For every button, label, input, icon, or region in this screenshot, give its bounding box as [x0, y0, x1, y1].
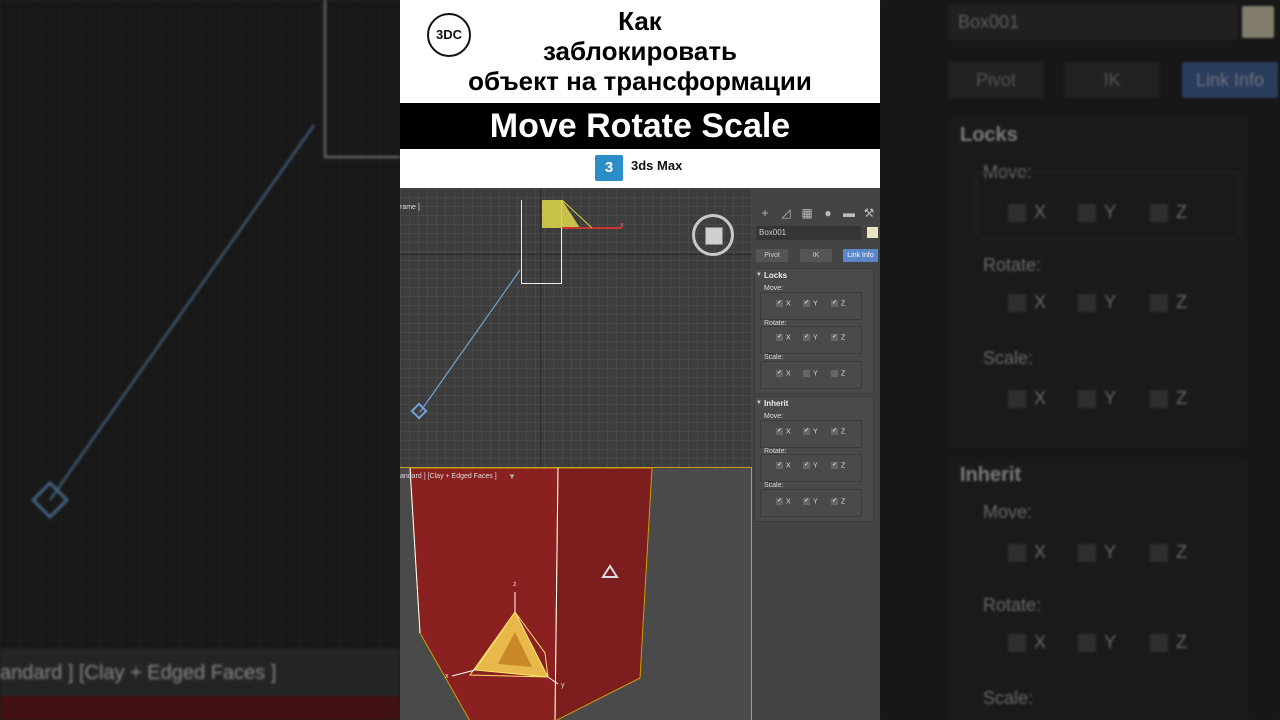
hierarchy-icon[interactable]: ▦: [800, 206, 814, 220]
locks-title[interactable]: Locks: [764, 271, 787, 280]
bg-rotate-label: Rotate:: [983, 255, 1042, 275]
locks-move-y-checkbox[interactable]: ✓ Y: [803, 300, 818, 307]
locks-collapse-icon[interactable]: ▼: [756, 272, 762, 278]
bg-inherit-move-label: Move:: [983, 502, 1033, 522]
link-info-button[interactable]: Link Info: [843, 249, 878, 262]
object-color-swatch[interactable]: [867, 227, 878, 238]
axis-x-label: x: [620, 222, 624, 229]
locks-scale-x-checkbox[interactable]: ✓ X: [776, 370, 791, 377]
bg-inherit-scale-label: Scale:: [983, 688, 1034, 708]
bg-move-z: Z: [1150, 202, 1187, 223]
bg-scale-label: Scale:: [983, 348, 1034, 368]
bg-scale-x: X: [1008, 388, 1046, 409]
bg-rotate-z: Z: [1150, 292, 1187, 313]
viewport-top[interactable]: rame ] x: [400, 188, 752, 468]
locks-move-x-checkbox[interactable]: ✓ X: [776, 300, 791, 307]
command-panel: + ◿ ▦ ● ▬ ⚒ Box001 Pivot IK Link Info ▼ …: [752, 188, 880, 720]
pivot-button[interactable]: Pivot: [756, 249, 788, 262]
background-link-line: [30, 124, 315, 520]
inherit-scale-label: Scale:: [764, 482, 784, 489]
modify-icon[interactable]: ◿: [779, 206, 793, 220]
video-frame: 3DC Как заблокировать объект на трансфор…: [400, 0, 880, 720]
command-panel-tabs: + ◿ ▦ ● ▬ ⚒: [752, 200, 880, 229]
title-line-2: заблокировать: [542, 36, 738, 66]
bg-pivot-button: Pivot: [948, 62, 1044, 98]
locks-rotate-x-checkbox[interactable]: ✓ X: [776, 334, 791, 341]
inherit-scale-z-checkbox[interactable]: ✓ Z: [831, 498, 845, 505]
bg-rotate-y: Y: [1078, 292, 1116, 313]
ik-button[interactable]: IK: [800, 249, 832, 262]
background-command-panel: Box001 Pivot IK Link Info Locks Move: X …: [880, 0, 1280, 720]
motion-icon[interactable]: ●: [821, 206, 835, 220]
bg-color-swatch: [1242, 6, 1274, 38]
locks-move-z-checkbox[interactable]: ✓ Z: [831, 300, 845, 307]
bg-scale-z: Z: [1150, 388, 1187, 409]
bg-inherit-rotate-y: Y: [1078, 632, 1116, 653]
bg-inherit-move-z: Z: [1150, 542, 1187, 563]
inherit-title[interactable]: Inherit: [764, 399, 788, 408]
bg-name-field: Box001: [948, 4, 1238, 40]
inherit-scale-y-checkbox[interactable]: ✓ Y: [803, 498, 818, 505]
utilities-icon[interactable]: ⚒: [862, 206, 876, 220]
viewport-perspective[interactable]: andard ] [Clay + Edged Faces ] ▼ z x y: [400, 467, 752, 720]
gizmo-x-label: x: [445, 673, 449, 680]
funnel-icon[interactable]: ▼: [508, 472, 516, 481]
bg-inherit-move-x: X: [1008, 542, 1046, 563]
bg-locks-title: Locks: [960, 124, 1018, 146]
bg-inherit-rollout: [948, 458, 1248, 720]
bg-inherit-rotate-z: Z: [1150, 632, 1187, 653]
title-line-3: объект на трансформации: [468, 66, 812, 96]
inherit-move-label: Move:: [764, 413, 784, 420]
app-name: 3ds Max: [631, 158, 683, 173]
inherit-move-x-checkbox[interactable]: ✓ X: [776, 428, 791, 435]
create-icon[interactable]: +: [758, 206, 772, 220]
bg-move-y: Y: [1078, 202, 1116, 223]
bg-inherit-rotate-x: X: [1008, 632, 1046, 653]
gizmo-z-label: z: [513, 581, 517, 588]
object-name-field[interactable]: Box001: [756, 226, 861, 240]
bg-move-x: X: [1008, 202, 1046, 223]
viewport-persp-label[interactable]: andard ] [Clay + Edged Faces ]: [400, 473, 497, 480]
locks-rotate-z-checkbox[interactable]: ✓ Z: [831, 334, 845, 341]
locks-scale-y-checkbox[interactable]: Y: [803, 370, 818, 377]
bg-inherit-rotate-label: Rotate:: [983, 595, 1042, 615]
locks-move-label: Move:: [764, 285, 784, 292]
inherit-scale-x-checkbox[interactable]: ✓ X: [776, 498, 791, 505]
3ds-max-logo-icon: 3: [595, 155, 623, 181]
inherit-rotate-z-checkbox[interactable]: ✓ Z: [831, 462, 845, 469]
viewcube-icon[interactable]: [692, 214, 734, 256]
bg-scale-y: Y: [1078, 388, 1116, 409]
background-viewport-left: andard ] [Clay + Edged Faces ]: [0, 0, 400, 720]
background-viewport-label: andard ] [Clay + Edged Faces ]: [0, 662, 277, 684]
locks-rotate-y-checkbox[interactable]: ✓ Y: [803, 334, 818, 341]
inherit-rotate-x-checkbox[interactable]: ✓ X: [776, 462, 791, 469]
inherit-rotate-y-checkbox[interactable]: ✓ Y: [803, 462, 818, 469]
bg-inherit-title: Inherit: [960, 464, 1022, 486]
bg-ik-button: IK: [1064, 62, 1160, 98]
inherit-move-y-checkbox[interactable]: ✓ Y: [803, 428, 818, 435]
display-icon[interactable]: ▬: [842, 206, 856, 220]
title-line-1: Как: [618, 6, 662, 36]
bg-inherit-move-y: Y: [1078, 542, 1116, 563]
locks-scale-label: Scale:: [764, 354, 784, 361]
subtitle-band: Move Rotate Scale: [400, 103, 880, 149]
gizmo-y-label: y: [561, 682, 565, 689]
inherit-move-z-checkbox[interactable]: ✓ Z: [831, 428, 845, 435]
bg-link-info-button: Link Info: [1182, 62, 1278, 98]
perspective-scene: [409, 468, 653, 720]
inherit-collapse-icon[interactable]: ▼: [756, 400, 762, 406]
bg-rotate-x: X: [1008, 292, 1046, 313]
locks-scale-z-checkbox[interactable]: Z: [831, 370, 845, 377]
